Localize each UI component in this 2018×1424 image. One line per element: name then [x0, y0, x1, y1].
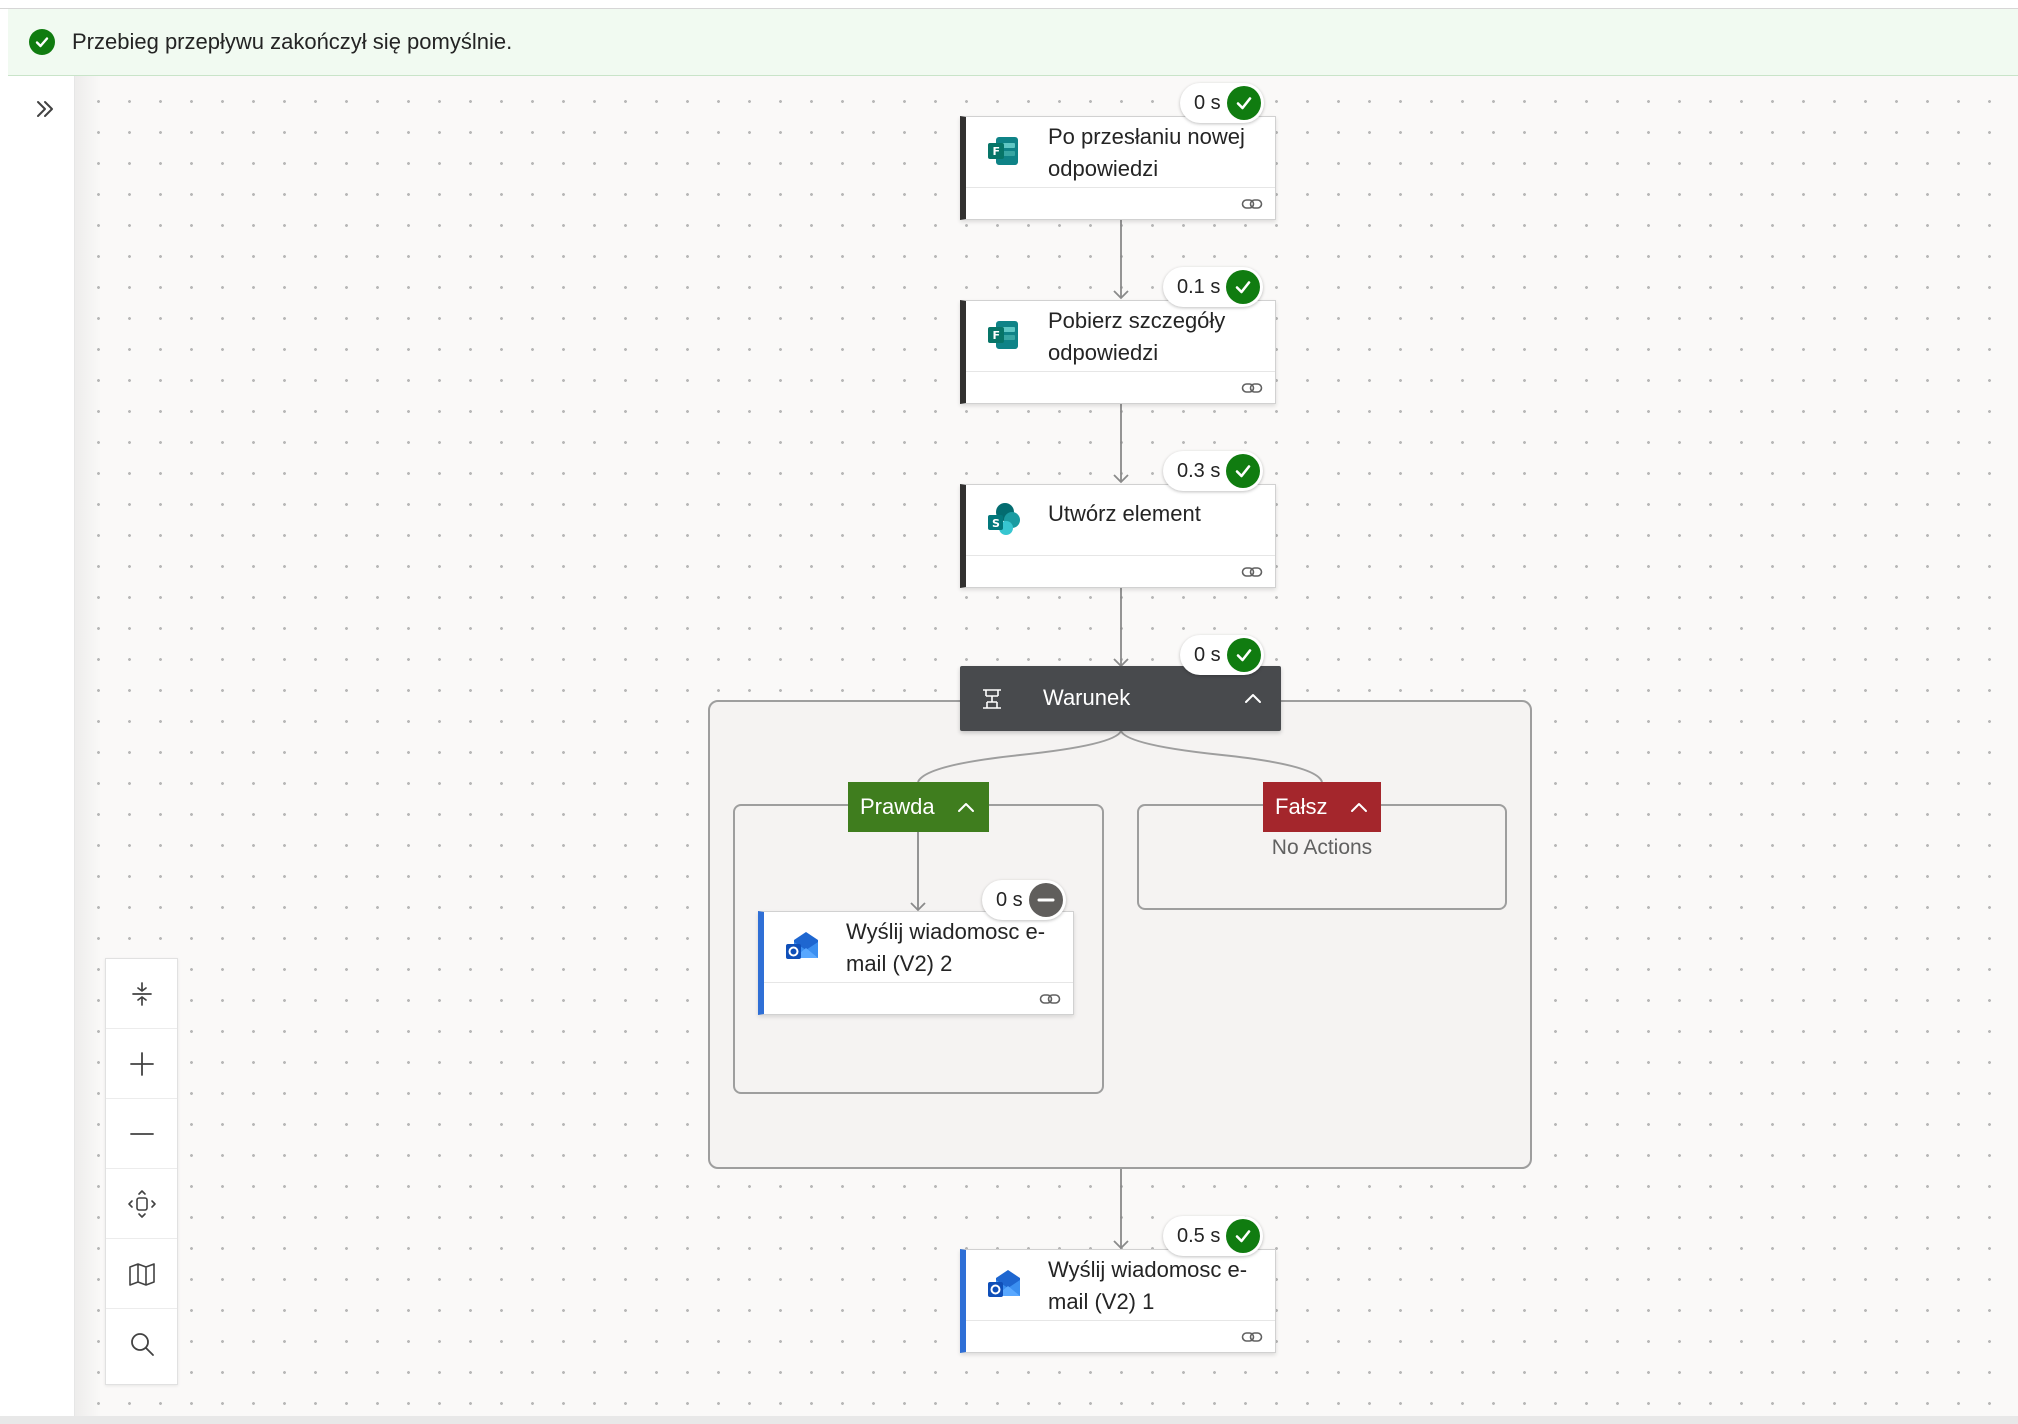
step-status-badge: 0.5 s	[1163, 1216, 1264, 1256]
link-icon[interactable]	[1241, 1330, 1263, 1344]
success-check-icon	[1226, 638, 1261, 672]
canvas-controls	[105, 958, 178, 1385]
condition-duration: 0 s	[1194, 643, 1221, 666]
minimap-icon	[128, 1262, 155, 1286]
condition-icon	[983, 689, 1001, 709]
step-card-body: Wyślij wiadomosc e-mail (V2) 2	[764, 912, 1073, 983]
search-icon	[130, 1333, 154, 1356]
true-branch-label: Prawda	[860, 794, 935, 819]
svg-text:F: F	[993, 329, 1001, 342]
success-check-icon	[1226, 454, 1261, 488]
svg-text:S: S	[992, 517, 1000, 530]
fit-vertical-button[interactable]	[106, 959, 177, 1029]
link-icon[interactable]	[1241, 565, 1263, 579]
step-duration: 0 s	[996, 888, 1023, 911]
microsoft-forms-icon: F	[988, 137, 1018, 165]
fit-view-icon	[127, 1189, 156, 1218]
no-actions-text: No Actions	[1271, 836, 1373, 859]
flow-run-page: Przebieg przepływu zakończył się pomyśln…	[0, 0, 2018, 1424]
step-status-badge: 0.3 s	[1163, 451, 1264, 491]
outlook-icon	[988, 1270, 1020, 1297]
left-rail	[8, 76, 75, 1416]
step-card-body: S Utwórz element	[966, 485, 1275, 556]
link-icon[interactable]	[1039, 992, 1061, 1006]
success-check-icon	[29, 29, 55, 55]
condition-status-badge: 0 s	[1180, 635, 1264, 675]
collapse-condition-button[interactable]	[1239, 684, 1267, 712]
success-check-icon	[1226, 86, 1261, 120]
condition-title: Warunek	[1043, 685, 1131, 710]
link-icon[interactable]	[1241, 197, 1263, 211]
step-status-badge: 0 s	[982, 880, 1066, 920]
success-banner: Przebieg przepływu zakończył się pomyśln…	[8, 9, 2018, 76]
step-title: Po przesłaniu nowej odpowiedzi	[1048, 124, 1245, 181]
top-strip	[0, 0, 2018, 9]
step-card-body: Wyślij wiadomosc e-mail (V2) 1	[966, 1250, 1275, 1321]
step-card-body: F Po przesłaniu nowej odpowiedzi	[966, 117, 1275, 188]
search-button[interactable]	[106, 1309, 177, 1379]
success-check-icon	[1226, 270, 1261, 304]
svg-text:F: F	[993, 145, 1001, 158]
success-check-icon	[1226, 1219, 1261, 1253]
zoom-in-button[interactable]	[106, 1029, 177, 1099]
banner-message: Przebieg przepływu zakończył się pomyśln…	[72, 29, 513, 54]
step-title: Wyślij wiadomosc e-mail (V2) 1	[1048, 1257, 1248, 1314]
true-branch-header[interactable]: Prawda	[848, 782, 989, 832]
sharepoint-icon: S	[988, 503, 1020, 535]
step-card-send-email-2[interactable]: Wyślij wiadomosc e-mail (V2) 2	[758, 911, 1074, 1015]
expand-panel-button[interactable]	[30, 94, 60, 124]
chevron-double-right-icon	[37, 101, 53, 117]
chevron-up-icon	[1245, 694, 1261, 703]
skipped-minus-icon	[1028, 883, 1063, 917]
chevron-up-icon	[1351, 803, 1367, 812]
fit-vertical-icon	[131, 981, 152, 1006]
step-duration: 0 s	[1194, 91, 1221, 114]
minimap-button[interactable]	[106, 1239, 177, 1309]
false-branch-header[interactable]: Fałsz	[1263, 782, 1381, 832]
fit-view-button[interactable]	[106, 1169, 177, 1239]
step-card-body: F Pobierz szczegóły odpowiedzi	[966, 301, 1275, 372]
false-branch-label: Fałsz	[1275, 794, 1328, 819]
outlook-icon	[786, 932, 818, 959]
step-card-create-item[interactable]: S Utwórz element	[960, 484, 1276, 588]
step-title: Wyślij wiadomosc e-mail (V2) 2	[846, 919, 1046, 976]
step-status-badge: 0.1 s	[1163, 267, 1264, 307]
step-title: Utwórz element	[1048, 501, 1201, 526]
zoom-out-button[interactable]	[106, 1099, 177, 1169]
step-title: Pobierz szczegóły odpowiedzi	[1048, 308, 1226, 365]
collapse-false-branch-button[interactable]	[1345, 793, 1373, 821]
step-card-trigger[interactable]: F Po przesłaniu nowej odpowiedzi	[960, 116, 1276, 220]
step-duration: 0.1 s	[1177, 275, 1221, 298]
step-duration: 0.5 s	[1177, 1224, 1221, 1247]
step-duration: 0.3 s	[1177, 459, 1221, 482]
window-bottom-edge	[0, 1416, 2018, 1424]
zoom-out-icon	[129, 1132, 154, 1135]
step-card-send-email-1[interactable]: Wyślij wiadomosc e-mail (V2) 1	[960, 1249, 1276, 1353]
microsoft-forms-icon: F	[988, 321, 1018, 349]
step-status-badge: 0 s	[1180, 83, 1264, 123]
step-card-get-details[interactable]: F Pobierz szczegóły odpowiedzi	[960, 300, 1276, 404]
link-icon[interactable]	[1241, 381, 1263, 395]
condition-header[interactable]: Warunek	[960, 666, 1281, 731]
collapse-true-branch-button[interactable]	[952, 793, 980, 821]
chevron-up-icon	[958, 803, 974, 812]
zoom-in-icon	[129, 1051, 154, 1076]
